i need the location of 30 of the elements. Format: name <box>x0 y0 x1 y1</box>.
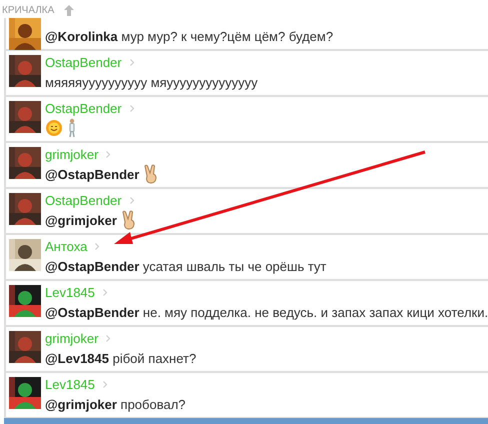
author-link[interactable]: grimjoker <box>45 331 98 346</box>
author-link[interactable]: grimjoker <box>45 147 98 162</box>
chevron-icon <box>130 105 134 112</box>
author-link[interactable]: Lev1845 <box>45 285 95 300</box>
chevron-icon <box>95 243 100 250</box>
chevron-icon <box>102 289 107 296</box>
message-text: @grimjoker пробовал? <box>45 396 186 412</box>
chevron-icon <box>106 335 110 342</box>
message-text: @OstapBender не. мяу подделка. не ведусь. и запах запах кици хотелки. <box>45 304 488 320</box>
chevron-icon <box>130 59 134 66</box>
author-link[interactable]: Lev1845 <box>45 377 95 392</box>
chevron-icon <box>106 151 110 158</box>
message-text: @Lev1845 рібой пахнет? <box>45 350 196 366</box>
author-link[interactable]: OstapBender <box>45 193 122 208</box>
author-link[interactable]: Антоха <box>45 239 88 254</box>
message-text: @Korolinka мур мур? к чему?цём цём? будем? <box>45 28 334 44</box>
message-text: мяяяяуууууууууу мяуууууууууууууу <box>45 74 258 90</box>
up-arrow-icon[interactable] <box>64 4 74 16</box>
chevron-icon <box>102 381 107 388</box>
chevron-icon <box>130 197 134 204</box>
victory-hand-icon <box>143 164 160 184</box>
author-link[interactable]: OstapBender <box>45 101 122 116</box>
sun-smiley-icon <box>45 119 63 137</box>
message-text: @OstapBender усатая шваль ты че орёшь тут <box>45 258 326 274</box>
message-text: @grimjoker <box>45 212 117 228</box>
section-title: КРИЧАЛКА <box>2 4 54 16</box>
author-link[interactable]: OstapBender <box>45 55 122 70</box>
figure-icon <box>67 118 77 138</box>
message-text: @OstapBender <box>45 166 140 182</box>
victory-hand-icon <box>120 210 137 230</box>
